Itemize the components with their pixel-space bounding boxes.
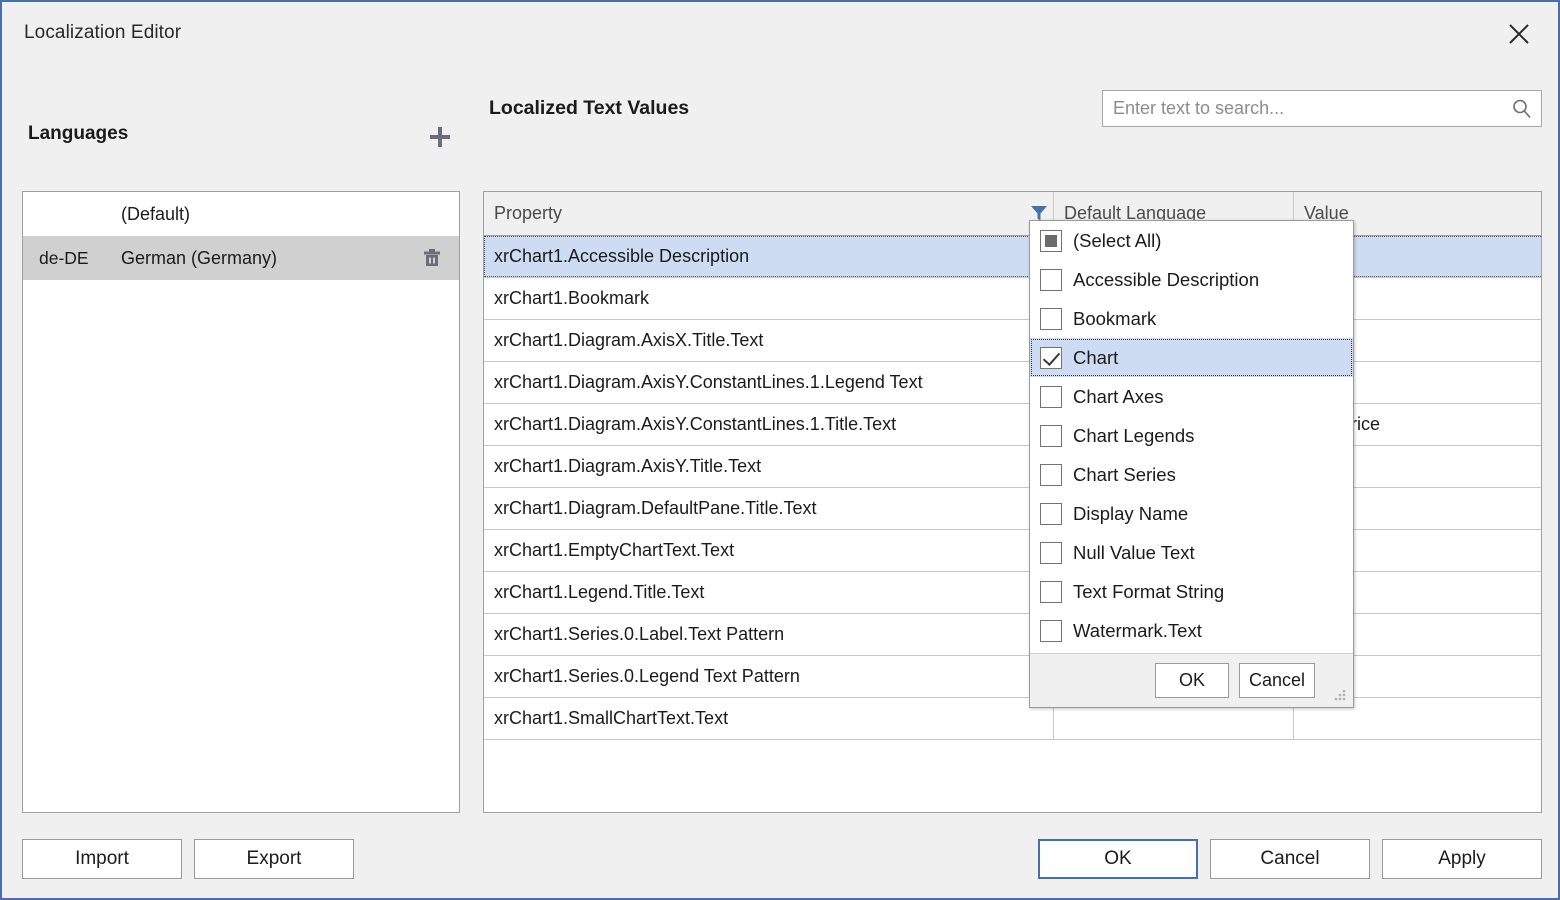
close-button[interactable]	[1498, 14, 1540, 54]
ok-button[interactable]: OK	[1038, 839, 1198, 879]
table-row[interactable]: xrChart1.Diagram.AxisY.Title.Text	[484, 446, 1541, 488]
filter-item[interactable]: (Select All)	[1030, 221, 1353, 260]
checkbox-icon[interactable]	[1040, 580, 1062, 603]
cell-property[interactable]: xrChart1.Series.0.Label.Text Pattern	[484, 614, 1054, 655]
filter-item[interactable]: Null Value Text	[1030, 533, 1353, 572]
cell-property[interactable]: xrChart1.Diagram.DefaultPane.Title.Text	[484, 488, 1054, 529]
checkbox-icon[interactable]	[1040, 346, 1062, 369]
cell-property[interactable]: xrChart1.Legend.Title.Text	[484, 572, 1054, 613]
plus-icon	[427, 124, 453, 155]
filter-item-label: Accessible Description	[1073, 268, 1260, 290]
table-row[interactable]: xrChart1.Series.0.Label.Text Pattern	[484, 614, 1541, 656]
filter-cancel-button[interactable]: Cancel	[1239, 663, 1315, 698]
export-button[interactable]: Export	[194, 839, 354, 879]
filter-item[interactable]: Display Name	[1030, 494, 1353, 533]
filter-item-label: (Select All)	[1073, 229, 1162, 251]
import-button[interactable]: Import	[22, 839, 182, 879]
search-icon[interactable]	[1511, 98, 1533, 120]
filter-dropdown-popup[interactable]: (Select All) Accessible Description Bookma…	[1029, 220, 1354, 708]
checkbox-icon[interactable]	[1040, 268, 1062, 291]
checkbox-icon[interactable]	[1040, 541, 1062, 564]
localization-editor-window: Localization Editor Languages (Default) …	[0, 0, 1560, 900]
table-row[interactable]: xrChart1.Series.0.Legend Text Pattern	[484, 656, 1541, 698]
cell-property[interactable]: xrChart1.Diagram.AxisY.ConstantLines.1.T…	[484, 404, 1054, 445]
filter-item-label: Null Value Text	[1073, 541, 1195, 563]
filter-checkbox-list[interactable]: (Select All) Accessible Description Bookma…	[1030, 221, 1353, 653]
filter-item-label: Chart Axes	[1073, 385, 1164, 407]
table-row[interactable]: xrChart1.SmallChartText.Text	[484, 698, 1541, 740]
language-name: (Default)	[121, 203, 191, 224]
checkbox-icon[interactable]	[1040, 502, 1062, 525]
filter-item[interactable]: Chart	[1030, 338, 1353, 377]
languages-heading: Languages	[28, 123, 129, 144]
languages-list[interactable]: (Default) de-DE German (Germany)	[22, 191, 460, 813]
resize-grip-icon[interactable]	[1332, 687, 1348, 703]
table-row[interactable]: xrChart1.Accessible Description	[484, 236, 1541, 278]
table-row[interactable]: xrChart1.EmptyChartText.Text	[484, 530, 1541, 572]
filter-footer: OK Cancel	[1030, 653, 1353, 707]
filter-item-label: Chart Series	[1073, 463, 1176, 485]
cell-property[interactable]: xrChart1.Series.0.Legend Text Pattern	[484, 656, 1054, 697]
filter-item-label: Bookmark	[1073, 307, 1157, 329]
grid-body[interactable]: xrChart1.Accessible Description xrChart1.…	[484, 236, 1541, 740]
checkbox-icon[interactable]	[1040, 424, 1062, 447]
table-row[interactable]: xrChart1.Legend.Title.Text	[484, 572, 1541, 614]
filter-item-label: Chart Legends	[1073, 424, 1195, 446]
cell-property[interactable]: xrChart1.Accessible Description	[484, 236, 1054, 277]
cell-property[interactable]: xrChart1.Diagram.AxisX.Title.Text	[484, 320, 1054, 361]
title-bar: Localization Editor	[2, 2, 1558, 64]
filter-item-label: Text Format String	[1073, 580, 1225, 602]
table-row[interactable]: xrChart1.Diagram.AxisX.Title.Text	[484, 320, 1541, 362]
checkbox-icon[interactable]	[1040, 229, 1062, 252]
cell-property[interactable]: xrChart1.Diagram.AxisY.Title.Text	[484, 446, 1054, 487]
column-header-property[interactable]: Property	[484, 192, 1054, 235]
filter-item-label: Chart	[1073, 346, 1119, 368]
search-box[interactable]	[1102, 90, 1542, 127]
localized-values-grid[interactable]: Property Default Language Value xrChart1…	[483, 191, 1542, 813]
language-row-default[interactable]: (Default)	[23, 192, 459, 236]
apply-button[interactable]: Apply	[1382, 839, 1542, 879]
filter-item[interactable]: Accessible Description	[1030, 260, 1353, 299]
checkbox-icon[interactable]	[1040, 463, 1062, 486]
filter-item-label: Watermark.Text	[1073, 619, 1202, 641]
checkbox-icon[interactable]	[1040, 619, 1062, 642]
filter-item[interactable]: Watermark.Text	[1030, 611, 1353, 650]
filter-item[interactable]: Bookmark	[1030, 299, 1353, 338]
grid-header-row: Property Default Language Value	[484, 192, 1541, 236]
window-title: Localization Editor	[24, 22, 182, 43]
add-language-button[interactable]	[422, 122, 458, 156]
language-code: de-DE	[39, 247, 89, 268]
cancel-button[interactable]: Cancel	[1210, 839, 1370, 879]
filter-item[interactable]: Chart Series	[1030, 455, 1353, 494]
table-row[interactable]: xrChart1.Bookmark	[484, 278, 1541, 320]
localized-values-heading: Localized Text Values	[489, 97, 690, 119]
cell-property[interactable]: xrChart1.EmptyChartText.Text	[484, 530, 1054, 571]
search-input[interactable]	[1103, 91, 1503, 126]
language-name: German (Germany)	[121, 247, 278, 268]
checkbox-icon[interactable]	[1040, 307, 1062, 330]
trash-icon[interactable]	[421, 247, 443, 269]
cell-property[interactable]: xrChart1.SmallChartText.Text	[484, 698, 1054, 739]
table-row[interactable]: xrChart1.Diagram.AxisY.ConstantLines.1.L…	[484, 362, 1541, 404]
cell-property[interactable]: xrChart1.Bookmark	[484, 278, 1054, 319]
table-row[interactable]: xrChart1.Diagram.DefaultPane.Title.Text	[484, 488, 1541, 530]
table-row[interactable]: xrChart1.Diagram.AxisY.ConstantLines.1.T…	[484, 404, 1541, 446]
filter-item[interactable]: Chart Axes	[1030, 377, 1353, 416]
checkbox-icon[interactable]	[1040, 385, 1062, 408]
filter-item-label: Display Name	[1073, 502, 1189, 524]
filter-item[interactable]: Chart Legends	[1030, 416, 1353, 455]
filter-ok-button[interactable]: OK	[1155, 663, 1229, 698]
cell-property[interactable]: xrChart1.Diagram.AxisY.ConstantLines.1.L…	[484, 362, 1054, 403]
language-row-de-de[interactable]: de-DE German (Germany)	[23, 236, 459, 280]
filter-item[interactable]: Text Format String	[1030, 572, 1353, 611]
close-icon	[1506, 21, 1532, 47]
